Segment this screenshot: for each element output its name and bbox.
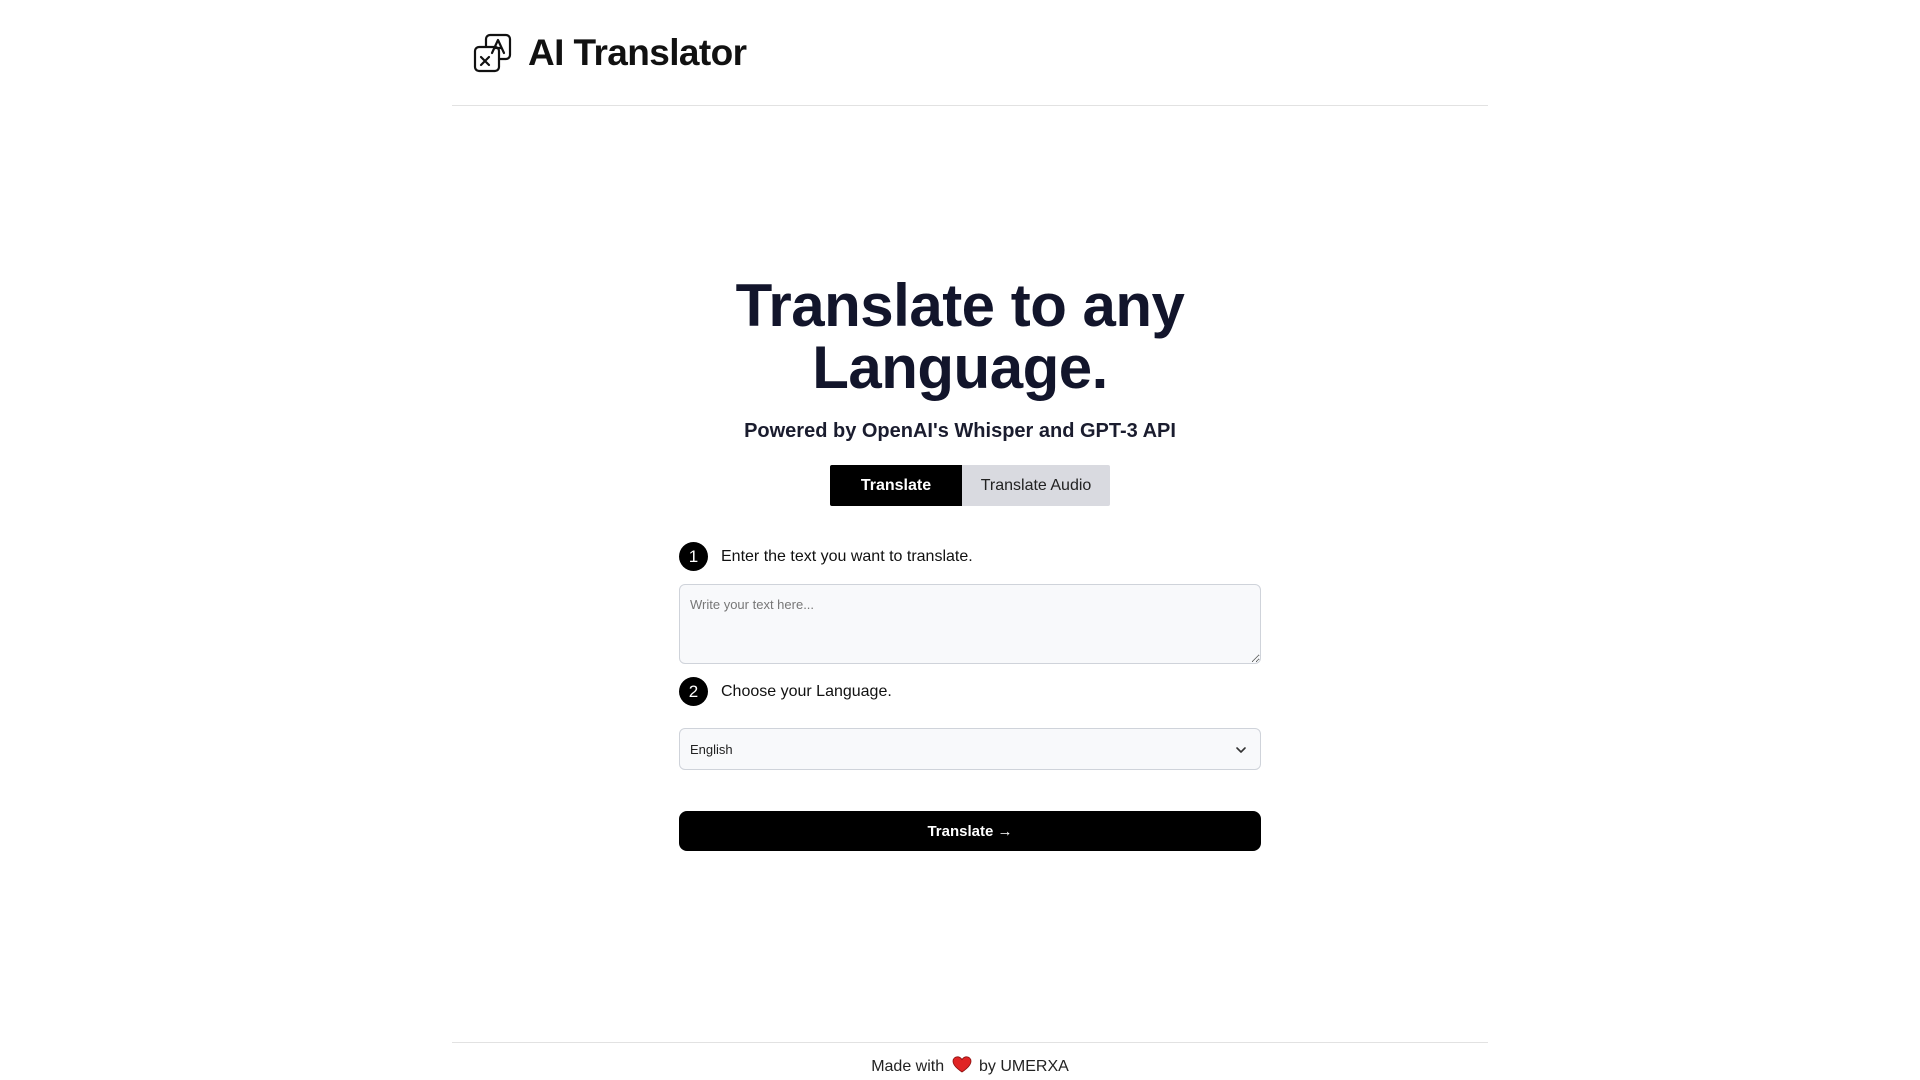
text-input[interactable] — [679, 584, 1261, 664]
brand[interactable]: AI Translator — [472, 32, 747, 74]
heart-icon — [952, 1056, 972, 1073]
step-number-badge: 2 — [679, 677, 708, 706]
page-title: Translate to any Language. — [0, 275, 1920, 399]
app-title: AI Translator — [528, 32, 747, 73]
language-select-value: English — [690, 741, 733, 757]
tab-translate-text[interactable]: Translate Text — [830, 465, 962, 535]
translate-icon — [472, 32, 514, 74]
translate-button[interactable]: Translate → — [679, 811, 1261, 851]
step-label: Enter the text you want to translate. — [721, 547, 973, 565]
header: AI Translator — [452, 0, 1488, 106]
page-title-line1: Translate to any — [735, 272, 1185, 339]
step-1: 1 Enter the text you want to translate. — [679, 542, 973, 571]
footer-prefix: Made with — [871, 1058, 945, 1075]
footer: Made with by UMERXA — [452, 1042, 1488, 1076]
mode-tabs: Translate Text Translate Audio — [830, 465, 1110, 535]
page: AI Translator Translate to any Language.… — [0, 0, 1920, 1080]
step-number-badge: 1 — [679, 542, 708, 571]
subtitle: Powered by OpenAI's Whisper and GPT-3 AP… — [744, 420, 1176, 442]
step-2: 2 Choose your Language. — [679, 677, 892, 706]
footer-suffix: by UMERXA — [979, 1058, 1069, 1075]
language-select[interactable]: English — [679, 728, 1261, 770]
page-title-line2: Language. — [812, 334, 1108, 401]
chevron-down-icon — [1234, 743, 1248, 757]
tab-translate-audio[interactable]: Translate Audio — [962, 465, 1110, 506]
step-label: Choose your Language. — [721, 682, 892, 700]
